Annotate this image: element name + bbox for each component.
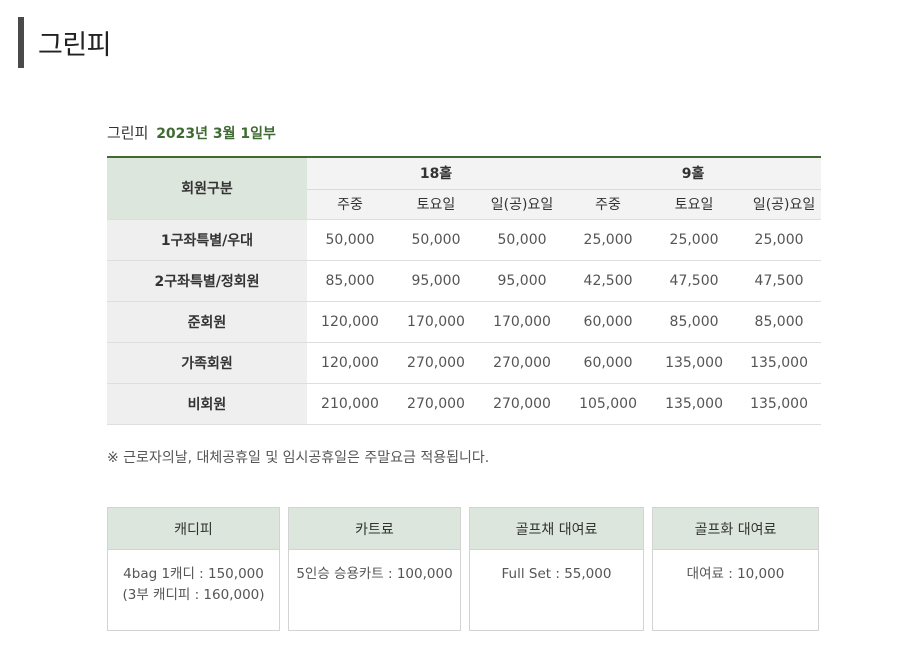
day-header: 토요일 [651,188,738,219]
fee-cell: 50,000 [393,218,479,260]
row-label: 1구좌특별/우대 [107,218,307,260]
box-title: 캐디피 [108,508,279,550]
day-header: 토요일 [393,188,479,219]
box-body: Full Set : 55,000 [470,550,643,585]
box-line: (3부 캐디피 : 160,000) [122,587,265,603]
fee-cell: 95,000 [479,259,566,301]
table-row: 2구좌특별/정회원 85,000 95,000 95,000 42,500 47… [107,259,822,301]
table-header-row: 회원구분 18홀 9홀 [107,156,822,219]
title-accent-bar [18,17,24,68]
day-header: 일(공)요일 [737,188,822,219]
row-label: 2구좌특별/정회원 [107,259,307,301]
day-header: 주중 [307,188,393,219]
header-9-holes: 9홀 [565,156,822,189]
table-row: 가족회원 120,000 270,000 270,000 60,000 135,… [107,341,822,383]
fee-cell: 60,000 [565,300,652,342]
fee-cell: 95,000 [393,259,479,301]
fee-cell: 170,000 [479,300,566,342]
fee-cell: 270,000 [479,382,566,425]
fee-cell: 170,000 [393,300,479,342]
fee-cell: 120,000 [307,341,393,383]
extra-fees: 캐디피 4bag 1캐디 : 150,000 (3부 캐디피 : 160,000… [107,507,819,631]
fee-cell: 47,500 [651,259,738,301]
fee-cell: 210,000 [307,382,393,425]
fee-cell: 60,000 [565,341,652,383]
member-type-header: 회원구분 [107,156,307,219]
fee-cell: 135,000 [737,382,822,425]
fee-cell: 47,500 [737,259,822,301]
section-subtitle: 그린피 2023년 3월 1일부 [107,122,276,143]
fee-cell: 25,000 [737,218,822,260]
effective-date: 2023년 3월 1일부 [156,126,276,142]
fee-cell: 85,000 [307,259,393,301]
fee-cell: 85,000 [737,300,822,342]
fee-cell: 50,000 [479,218,566,260]
holiday-note: ※ 근로자의날, 대체공휴일 및 임시공휴일은 주말요금 적용됩니다. [107,450,490,466]
fee-cell: 105,000 [565,382,652,425]
table-row: 1구좌특별/우대 50,000 50,000 50,000 25,000 25,… [107,218,822,260]
fee-cell: 270,000 [479,341,566,383]
page-header: 그린피 [18,17,112,68]
box-line: 4bag 1캐디 : 150,000 [123,566,264,582]
box-title: 골프채 대여료 [470,508,643,550]
day-header: 주중 [565,188,652,219]
cart-fee-box: 카트료 5인승 승용카트 : 100,000 [288,507,461,631]
fee-cell: 25,000 [651,218,738,260]
day-header: 일(공)요일 [479,188,566,219]
club-rental-box: 골프채 대여료 Full Set : 55,000 [469,507,644,631]
box-title: 골프화 대여료 [653,508,818,550]
caddie-fee-box: 캐디피 4bag 1캐디 : 150,000 (3부 캐디피 : 160,000… [107,507,280,631]
fee-cell: 85,000 [651,300,738,342]
fee-cell: 135,000 [651,341,738,383]
subtitle-label: 그린피 [107,124,149,142]
fee-cell: 135,000 [737,341,822,383]
green-fee-table: 회원구분 18홀 9홀 주중 토요일 일(공)요일 주중 토요일 일(공)요일 … [107,156,822,425]
box-body: 5인승 승용카트 : 100,000 [289,550,460,585]
box-title: 카트료 [289,508,460,550]
fee-cell: 120,000 [307,300,393,342]
box-body: 4bag 1캐디 : 150,000 (3부 캐디피 : 160,000) [108,550,279,606]
box-body: 대여료 : 10,000 [653,550,818,585]
table-row: 비회원 210,000 270,000 270,000 105,000 135,… [107,382,822,425]
header-18-holes: 18홀 [307,156,566,189]
fee-cell: 270,000 [393,341,479,383]
box-line: 대여료 : 10,000 [686,566,785,582]
box-line: Full Set : 55,000 [501,566,612,582]
table-row: 준회원 120,000 170,000 170,000 60,000 85,00… [107,300,822,342]
page-title: 그린피 [38,30,112,61]
shoe-rental-box: 골프화 대여료 대여료 : 10,000 [652,507,819,631]
fee-cell: 42,500 [565,259,652,301]
fee-cell: 135,000 [651,382,738,425]
row-label: 비회원 [107,382,307,425]
fee-cell: 50,000 [307,218,393,260]
fee-cell: 25,000 [565,218,652,260]
row-label: 가족회원 [107,341,307,383]
box-line: 5인승 승용카트 : 100,000 [296,566,453,582]
fee-cell: 270,000 [393,382,479,425]
row-label: 준회원 [107,300,307,342]
